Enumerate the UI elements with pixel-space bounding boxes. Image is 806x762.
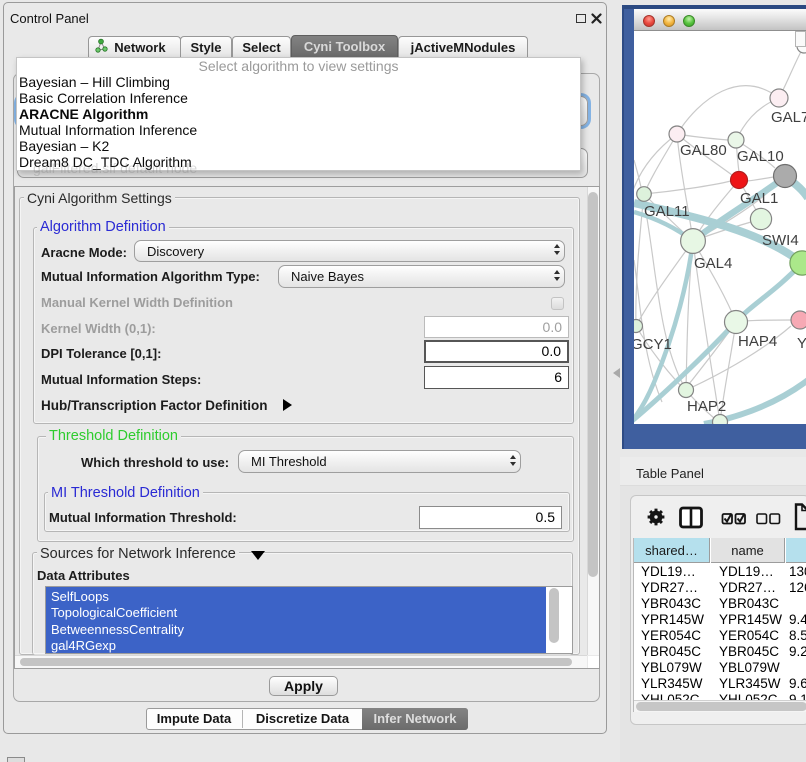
svg-text:SWI4: SWI4 xyxy=(762,232,799,249)
svg-text:GAL11: GAL11 xyxy=(644,203,690,220)
svg-text:GAL1: GAL1 xyxy=(740,190,778,207)
svg-text:HAP2: HAP2 xyxy=(687,398,726,415)
svg-text:HAP4: HAP4 xyxy=(738,333,777,350)
svg-text:GAL10: GAL10 xyxy=(737,148,784,165)
svg-text:Y: Y xyxy=(797,335,806,352)
svg-text:GAL80: GAL80 xyxy=(680,142,727,159)
svg-text:GAL4: GAL4 xyxy=(694,255,732,272)
svg-text:GCY1: GCY1 xyxy=(634,336,672,353)
svg-text:GAL7: GAL7 xyxy=(771,109,806,126)
